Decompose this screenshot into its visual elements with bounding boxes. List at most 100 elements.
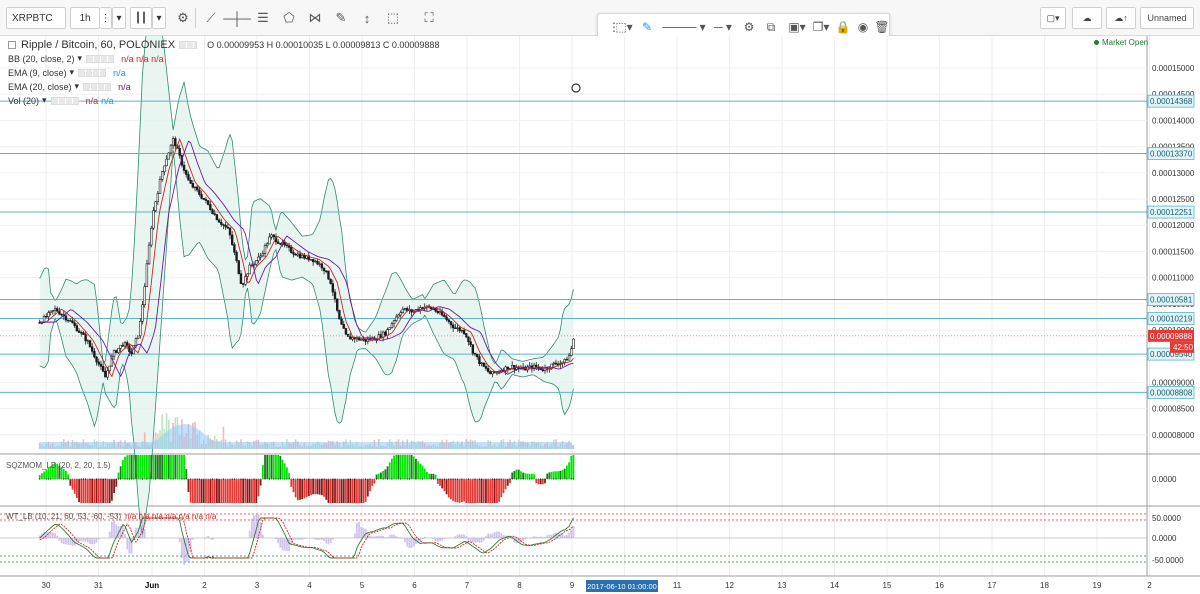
fib-icon[interactable]: ☰ (252, 8, 274, 28)
sqz-bar (121, 460, 124, 479)
chevron-down-icon[interactable]: ▾ (112, 7, 126, 29)
chart-style-icon[interactable]: ┃┃ (130, 7, 152, 29)
candle-body (167, 152, 170, 160)
sqz-bar (460, 479, 463, 503)
sqz-bar (215, 479, 218, 503)
wt-diff-bar (498, 531, 500, 538)
measure-icon[interactable]: ↕ (356, 8, 378, 28)
sqz-bar (552, 471, 555, 479)
collapse-icon[interactable] (8, 41, 16, 49)
chevron-down-icon[interactable]: ▾ (42, 95, 47, 106)
chevron-down-icon[interactable]: ▾ (152, 7, 166, 29)
zoom-rect-icon[interactable]: ⬚ (382, 8, 404, 28)
layout-name-button[interactable]: Unnamed (1140, 7, 1194, 29)
select-rect-icon[interactable]: ⬚▾ (614, 18, 634, 36)
sqz-dot (212, 478, 214, 480)
sqz-dot (292, 478, 294, 480)
settings-icon[interactable]: ⚙ (172, 8, 194, 28)
sqz-dot (61, 478, 63, 480)
candle-body (161, 171, 164, 180)
sqz-bar (89, 479, 91, 503)
visual-order-icon[interactable]: ▣▾ (786, 18, 808, 36)
sqz-dot (148, 478, 150, 480)
line-style-icon[interactable]: ──── ▾ (660, 18, 708, 36)
x-tick-label: 12 (725, 581, 734, 590)
sqz-dot (478, 478, 480, 480)
x-tick-label: 2 (1147, 581, 1152, 590)
clone-icon[interactable]: ❐▾ (810, 18, 832, 36)
settings-icon[interactable]: ⚙ (740, 18, 758, 36)
wt-diff-bar (355, 523, 358, 538)
projection-icon[interactable]: ⋈ (304, 8, 326, 28)
chart-area[interactable]: 0.000150000.000145000.000140000.00013500… (0, 0, 1200, 594)
chevron-down-icon[interactable]: ▾ (75, 81, 80, 92)
sqz-bar (312, 479, 315, 495)
sqz-bar (283, 463, 286, 479)
x-tick-label: 9 (570, 581, 575, 590)
chevron-down-icon[interactable]: ▾ (70, 67, 75, 78)
price-chart[interactable]: 0.000150000.000145000.000140000.00013500… (0, 0, 1200, 594)
symbol-search-input[interactable]: XRPBTC (6, 7, 66, 29)
sqz-dot (295, 478, 297, 480)
sqz-bar (246, 479, 249, 503)
legend-buttons[interactable] (86, 54, 115, 63)
wt-diff-bar (325, 538, 328, 544)
pattern-icon[interactable]: ⬠ (278, 8, 300, 28)
legend-buttons[interactable] (83, 82, 112, 91)
alert-icon[interactable]: ⧉ (762, 18, 780, 36)
brush-icon[interactable]: ✎ (330, 8, 352, 28)
sqz-bar (279, 456, 282, 479)
sqz-bar (393, 455, 395, 479)
wt-diff-bar (58, 538, 61, 541)
eye-icon[interactable]: ◉ (854, 18, 872, 36)
cloud-load-icon[interactable]: ☁↑ (1106, 7, 1136, 29)
sqz-dot (376, 478, 378, 480)
sqz-bar (546, 473, 549, 479)
candle-body (252, 263, 256, 266)
line-width-icon[interactable]: ─ ▾ (710, 18, 736, 36)
sqz-dot (450, 478, 452, 480)
sqz-bar (303, 479, 306, 499)
sqz-bar (132, 455, 135, 479)
fullscreen-icon[interactable]: ⛶ (418, 8, 440, 28)
trend-line-icon[interactable]: ⟋ (200, 8, 222, 28)
sqz-bar (329, 479, 332, 503)
lock-icon[interactable]: 🔒 (834, 18, 852, 36)
sqz-dot (111, 478, 113, 480)
candle-body (169, 144, 173, 154)
more-intervals-icon[interactable]: ⋮ (100, 7, 112, 29)
candle-body (325, 270, 328, 272)
legend-buttons[interactable] (78, 68, 107, 77)
candle-body (412, 310, 415, 313)
sqz-dot (544, 478, 546, 480)
sqz-bar (270, 455, 273, 479)
wt-diff-bar (80, 538, 83, 542)
sqz-bar (441, 479, 444, 489)
sqz-dot (443, 478, 445, 480)
trash-icon[interactable]: 🗑 (874, 18, 890, 36)
wt-diff-bar (316, 538, 319, 541)
candle-body (445, 316, 448, 321)
sqz-dot (395, 478, 397, 480)
sqz-bar (535, 479, 538, 484)
sqz-dot (65, 478, 67, 480)
chevron-down-icon[interactable]: ▾ (78, 53, 83, 64)
legend-buttons[interactable] (179, 41, 198, 49)
sqz-dot (279, 478, 281, 480)
sqz-bar (526, 473, 529, 479)
sqz-dot (391, 478, 393, 480)
sqz-dot (43, 478, 45, 480)
sqz-dot (527, 478, 529, 480)
sqz-dot (166, 478, 168, 480)
sqz-bar (310, 479, 312, 496)
legend-buttons[interactable] (50, 96, 79, 105)
interval-selector[interactable]: 1h (70, 7, 100, 29)
cloud-save-icon[interactable]: ☁ (1072, 7, 1102, 29)
wt-diff-bar (458, 534, 461, 538)
sqz-bar (285, 467, 288, 479)
pencil-icon[interactable]: ✎ (638, 18, 656, 36)
layout-grid-button[interactable]: ▢▾ (1040, 7, 1066, 29)
sqz-dot (268, 478, 270, 480)
horizontal-line-icon[interactable]: ─┼─ (223, 8, 251, 28)
wt-diff-bar (323, 538, 325, 542)
